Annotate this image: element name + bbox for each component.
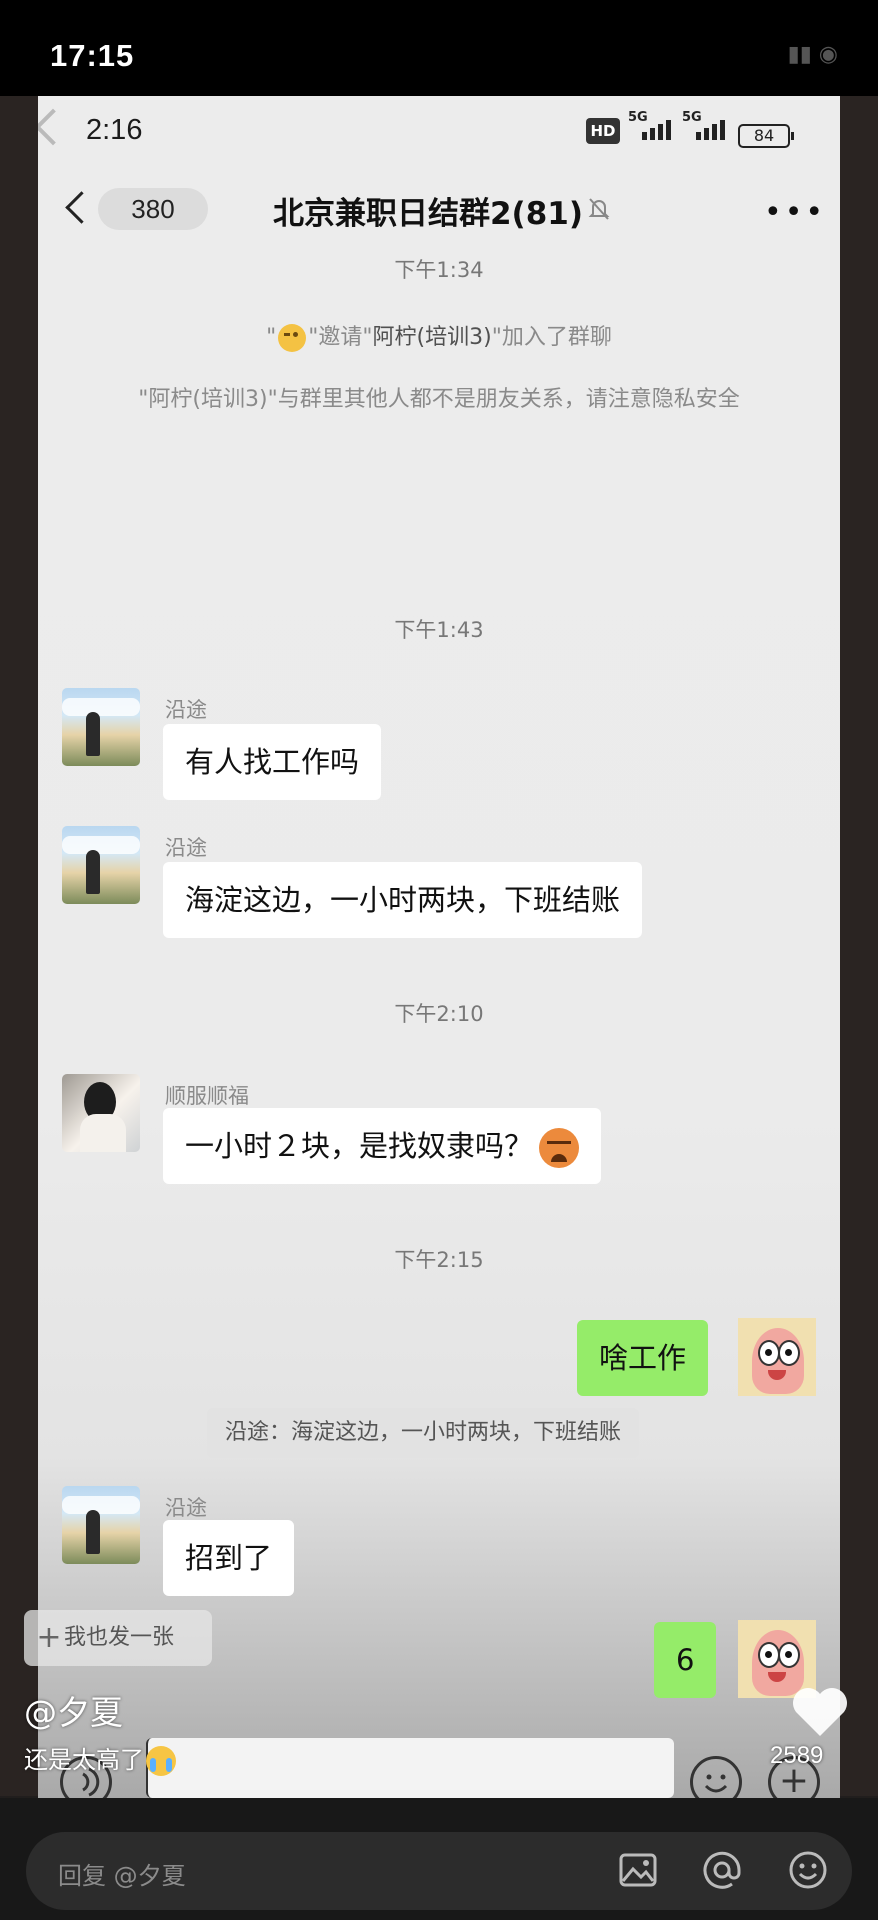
timestamp: 下午2:15 (394, 1248, 484, 1272)
chat-text-input[interactable] (146, 1738, 674, 1798)
image-icon[interactable] (618, 1850, 658, 1890)
invitee-link[interactable]: 阿柠(培训3) (373, 325, 492, 350)
at-mention-icon[interactable] (702, 1850, 742, 1890)
mute-bell-icon (588, 198, 610, 220)
post-author[interactable]: @夕夏 (24, 1686, 123, 1734)
message-bubble[interactable]: 有人找工作吗 (163, 724, 382, 800)
heart-icon[interactable] (790, 1684, 850, 1740)
chat-screenshot: 2:16 HD 5G 5G 84 380 北京兼职日结群2(81) ••• 下午… (38, 96, 840, 1798)
like-count: 2589 (770, 1742, 824, 1769)
wink-emoji-icon (278, 324, 307, 352)
hd-icon: HD (586, 118, 620, 144)
outer-status-icons: ▮▮ ◉ (787, 42, 838, 67)
left-edge-strip (0, 96, 38, 1796)
battery-icon: 84 (738, 124, 794, 148)
inner-status-time: 2:16 (86, 114, 143, 146)
avatar[interactable] (62, 688, 140, 766)
my-message-bubble[interactable]: 啥工作 (577, 1320, 709, 1396)
avatar[interactable] (62, 1074, 140, 1152)
my-message-bubble[interactable]: 6 (654, 1622, 717, 1698)
signal-5g-icon: 5G (628, 110, 678, 144)
more-options-button[interactable]: ••• (764, 198, 826, 228)
right-edge-strip (840, 96, 878, 1796)
outer-status-time: 17:15 (50, 38, 135, 73)
sender-name: 沿途 (165, 1496, 207, 1520)
chat-title: 北京兼职日结群2(81) (272, 196, 584, 232)
crying-emoji-icon (146, 1746, 176, 1776)
plus-icon: + (36, 1620, 62, 1655)
timestamp: 下午1:43 (394, 618, 484, 642)
back-arrow-icon[interactable] (38, 108, 72, 146)
reply-input[interactable]: 回复 @夕夏 (58, 1856, 186, 1891)
signal-5g-icon: 5G (682, 110, 732, 144)
post-one-too-button[interactable]: + 我也发一张 (24, 1610, 212, 1666)
message-bubble[interactable]: 海淀这边，一小时两块，下班结账 (163, 862, 643, 938)
sender-name: 顺服顺福 (165, 1084, 249, 1108)
unread-count-badge[interactable]: 380 (98, 188, 208, 230)
avatar[interactable] (62, 1486, 140, 1564)
post-caption: 还是太高了 (24, 1740, 176, 1776)
timestamp: 下午2:10 (394, 1002, 484, 1026)
sender-name: 沿途 (165, 836, 207, 860)
message-bubble[interactable]: 招到了 (163, 1520, 295, 1596)
sender-name: 沿途 (165, 698, 207, 722)
timestamp: 下午1:34 (394, 258, 484, 282)
privacy-notice: "阿柠(培训3)"与群里其他人都不是朋友关系，请注意隐私安全 (138, 387, 740, 412)
back-chevron-icon[interactable] (65, 191, 98, 224)
message-bubble[interactable]: 一小时２块，是找奴隶吗？ (163, 1108, 602, 1184)
patrick-star-avatar[interactable] (738, 1318, 816, 1396)
avatar[interactable] (62, 826, 140, 904)
angry-emoji-icon (539, 1128, 580, 1168)
quoted-message[interactable]: 沿途：海淀这边，一小时两块，下班结账 (207, 1408, 640, 1458)
invite-notice: " "邀请"阿柠(培训3)"加入了群聊 (266, 324, 612, 352)
emoji-icon[interactable] (788, 1850, 828, 1890)
